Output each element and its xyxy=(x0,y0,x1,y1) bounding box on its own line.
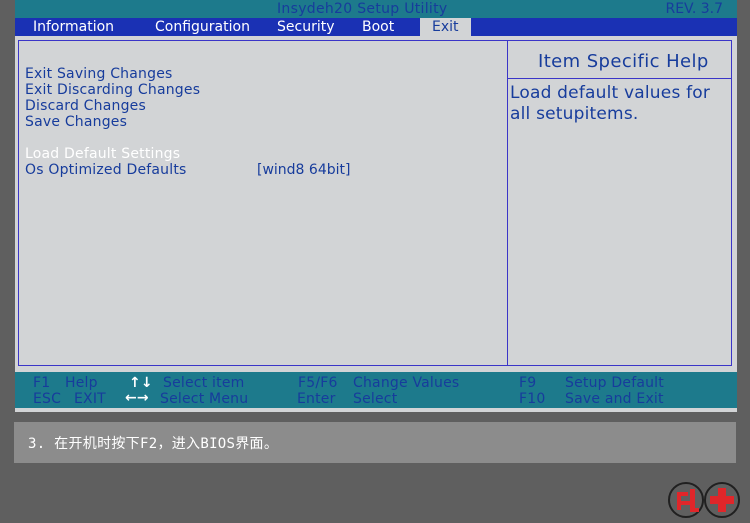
tab-security[interactable]: Security xyxy=(277,19,335,35)
tab-boot[interactable]: Boot xyxy=(362,19,394,35)
tab-information[interactable]: Information xyxy=(33,19,114,35)
select-item-label: Select item xyxy=(163,375,245,391)
change-values-label: Change Values xyxy=(353,375,460,391)
menu-bar: Information Configuration Security Boot … xyxy=(15,18,737,36)
title-bar: Insydeh20 Setup Utility REV. 3.7 xyxy=(15,0,737,18)
option-os-optimized-defaults[interactable]: Os Optimized Defaults xyxy=(25,162,187,178)
option-exit-discarding-changes[interactable]: Exit Discarding Changes xyxy=(25,82,200,98)
setup-default-label: Setup Default xyxy=(565,375,664,391)
left-right-arrows-icon: ←→ xyxy=(125,390,149,406)
f1-key: F1 xyxy=(33,375,51,391)
f9-key: F9 xyxy=(519,375,537,391)
option-load-default-settings[interactable]: Load Default Settings xyxy=(25,146,180,162)
key-legend: F1 Help ESC EXIT ↑↓ Select item ←→ Selec… xyxy=(15,372,737,408)
tab-exit[interactable]: Exit xyxy=(420,18,471,36)
f5-f6-key: F5/F6 xyxy=(298,375,338,391)
f1-label: Help xyxy=(65,375,98,391)
help-text: Load default values for all setupitems. xyxy=(510,83,711,124)
bios-screen: Insydeh20 Setup Utility REV. 3.7 Informa… xyxy=(15,0,737,412)
select-menu-label: Select Menu xyxy=(160,391,249,407)
select-label: Select xyxy=(353,391,398,407)
help-header: Item Specific Help xyxy=(508,41,731,79)
save-and-exit-label: Save and Exit xyxy=(565,391,664,407)
caption-box: 3. 在开机时按下F2，进入BIOS界面。 xyxy=(14,422,736,463)
tab-configuration[interactable]: Configuration xyxy=(155,19,250,35)
options-panel: Exit Saving Changes Exit Discarding Chan… xyxy=(18,40,508,366)
up-down-arrows-icon: ↑↓ xyxy=(129,375,153,391)
option-discard-changes[interactable]: Discard Changes xyxy=(25,98,146,114)
option-save-changes[interactable]: Save Changes xyxy=(25,114,127,130)
os-optimized-defaults-value[interactable]: [wind8 64bit] xyxy=(257,162,350,178)
help-title: Item Specific Help xyxy=(538,51,709,72)
app-title: Insydeh20 Setup Utility xyxy=(277,1,448,17)
option-exit-saving-changes[interactable]: Exit Saving Changes xyxy=(25,66,173,82)
brand-logo-icon xyxy=(668,482,740,518)
enter-key: Enter xyxy=(297,391,336,407)
esc-key: ESC xyxy=(33,391,62,407)
caption-text: 3. 在开机时按下F2，进入BIOS界面。 xyxy=(28,436,279,452)
revision-label: REV. 3.7 xyxy=(665,1,723,17)
help-panel: Item Specific Help Load default values f… xyxy=(507,40,732,366)
f10-key: F10 xyxy=(519,391,546,407)
esc-label: EXIT xyxy=(74,391,106,407)
